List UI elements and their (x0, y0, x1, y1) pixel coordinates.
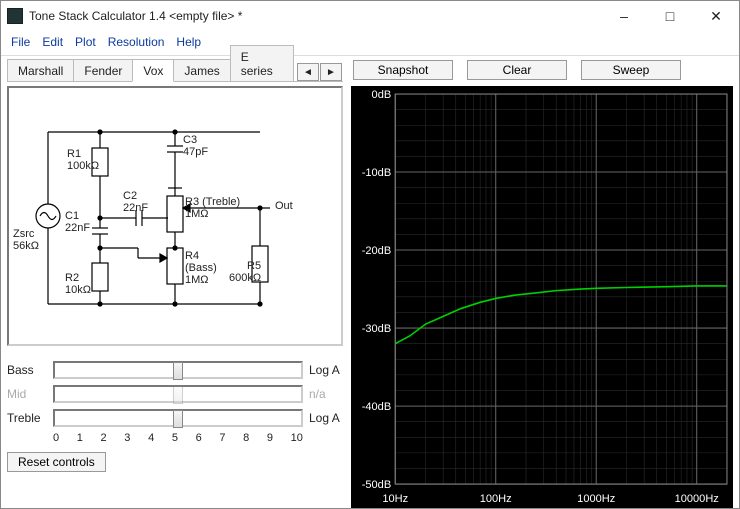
menu-help[interactable]: Help (176, 35, 201, 49)
r5-label: R5 (247, 260, 261, 272)
c3-value: 47pF (183, 146, 208, 158)
r3-value: 1MΩ (185, 208, 209, 220)
c2-value: 22nF (123, 202, 148, 214)
r4-label: R4 (185, 250, 199, 262)
treble-thumb[interactable] (173, 410, 183, 428)
svg-text:-10dB: -10dB (362, 167, 391, 179)
tab-eseries[interactable]: E series (230, 45, 294, 81)
svg-text:-50dB: -50dB (362, 479, 391, 491)
snapshot-button[interactable]: Snapshot (353, 60, 453, 80)
bass-label: Bass (7, 363, 53, 377)
tab-scroll-left[interactable]: ◄ (297, 63, 319, 81)
svg-text:10Hz: 10Hz (382, 493, 408, 505)
c3-label: C3 (183, 134, 197, 146)
frequency-response-plot: 10Hz 100Hz 1000Hz 10000Hz 0dB -10dB -20dB -30dB… (351, 86, 733, 508)
svg-text:10000Hz: 10000Hz (675, 493, 719, 505)
svg-text:-30dB: -30dB (362, 323, 391, 335)
r1-value: 100kΩ (67, 160, 99, 172)
zsrc-value: 56kΩ (13, 240, 39, 252)
titlebar: Tone Stack Calculator 1.4 <empty file> *… (1, 1, 739, 31)
r4-value: 1MΩ (185, 274, 209, 286)
svg-text:-40dB: -40dB (362, 401, 391, 413)
bass-slider[interactable] (53, 361, 303, 379)
treble-slider-row: Treble Log A (7, 406, 343, 430)
svg-text:100Hz: 100Hz (480, 493, 512, 505)
zsrc-label: Zsrc (13, 228, 34, 240)
c2-label: C2 (123, 190, 137, 202)
schematic: Zsrc 56kΩ R1 100kΩ C1 22nF C2 22nF C3 47… (7, 86, 343, 346)
menu-plot[interactable]: Plot (75, 35, 96, 49)
schematic-svg (9, 88, 341, 344)
treble-label: Treble (7, 411, 53, 425)
tab-marshall[interactable]: Marshall (7, 59, 74, 81)
close-button[interactable]: ✕ (693, 1, 739, 31)
r2-label: R2 (65, 272, 79, 284)
tab-vox[interactable]: Vox (132, 59, 174, 82)
mid-slider (53, 385, 303, 403)
mid-thumb (173, 386, 183, 404)
c1-label: C1 (65, 210, 79, 222)
app-icon (7, 8, 23, 24)
svg-text:1000Hz: 1000Hz (577, 493, 615, 505)
tab-fender[interactable]: Fender (73, 59, 133, 81)
minimize-button[interactable]: – (601, 1, 647, 31)
mid-tag: n/a (303, 387, 343, 401)
bass-tag: Log A (303, 363, 343, 377)
tab-row: Marshall Fender Vox James E series ◄ ► (7, 58, 343, 82)
clear-button[interactable]: Clear (467, 60, 567, 80)
out-label: Out (275, 200, 293, 212)
menubar: File Edit Plot Resolution Help (1, 31, 739, 56)
c1-value: 22nF (65, 222, 90, 234)
plot-svg: 10Hz 100Hz 1000Hz 10000Hz 0dB -10dB -20dB -30dB… (351, 86, 733, 508)
menu-file[interactable]: File (11, 35, 30, 49)
r2-value: 10kΩ (65, 284, 91, 296)
mid-slider-row: Mid n/a (7, 382, 343, 406)
r5-value: 600kΩ (229, 272, 261, 284)
treble-slider[interactable] (53, 409, 303, 427)
svg-text:0dB: 0dB (372, 89, 392, 101)
maximize-button[interactable]: □ (647, 1, 693, 31)
reset-controls-button[interactable]: Reset controls (7, 452, 106, 472)
r3-label: R3 (Treble) (185, 196, 240, 208)
bass-thumb[interactable] (173, 362, 183, 380)
tab-james[interactable]: James (173, 59, 230, 81)
r1-label: R1 (67, 148, 81, 160)
svg-text:-20dB: -20dB (362, 245, 391, 257)
window-title: Tone Stack Calculator 1.4 <empty file> * (29, 9, 601, 23)
r4-sub: (Bass) (185, 262, 217, 274)
slider-scale: 0 1 2 3 4 5 6 7 8 9 10 (53, 430, 303, 452)
menu-edit[interactable]: Edit (42, 35, 63, 49)
tab-scroll-right[interactable]: ► (320, 63, 342, 81)
bass-slider-row: Bass Log A (7, 358, 343, 382)
treble-tag: Log A (303, 411, 343, 425)
menu-resolution[interactable]: Resolution (108, 35, 165, 49)
sweep-button[interactable]: Sweep (581, 60, 681, 80)
mid-label: Mid (7, 387, 53, 401)
